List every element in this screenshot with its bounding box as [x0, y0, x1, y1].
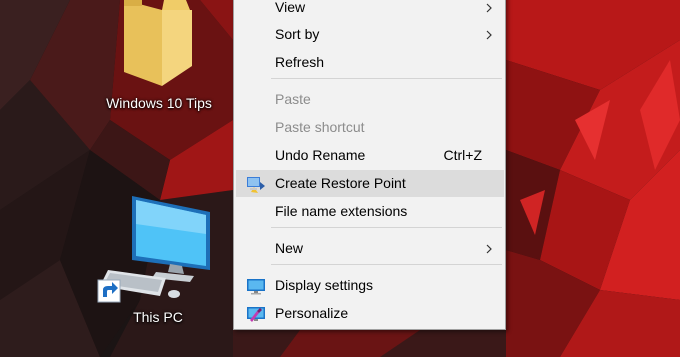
desktop[interactable]: Windows 10 Tips This PC View Sort by Ref…: [0, 0, 680, 357]
menu-item-sort-by[interactable]: Sort by: [236, 21, 504, 48]
menu-item-label: Refresh: [275, 54, 325, 70]
menu-item-label: View: [275, 0, 306, 15]
menu-item-undo-rename[interactable]: Undo Rename Ctrl+Z: [236, 142, 504, 169]
menu-item-label: File name extensions: [275, 203, 408, 219]
chevron-right-icon: [486, 30, 492, 40]
desktop-context-menu: View Sort by Refresh Paste Paste shortcu…: [233, 0, 506, 330]
folder-icon: [124, 0, 192, 86]
desktop-icon-label: Windows 10 Tips: [106, 95, 212, 111]
menu-separator: [271, 78, 502, 79]
menu-item-label: Undo Rename: [275, 147, 366, 163]
menu-item-new[interactable]: New: [236, 235, 504, 262]
computer-icon: [97, 196, 210, 303]
menu-item-paste-shortcut[interactable]: Paste shortcut: [236, 114, 504, 141]
menu-separator: [271, 227, 502, 228]
menu-item-display-settings[interactable]: Display settings: [236, 272, 504, 299]
chevron-right-icon: [486, 3, 492, 13]
menu-item-label: Display settings: [275, 277, 374, 293]
menu-item-refresh[interactable]: Refresh: [236, 49, 504, 76]
display-settings-icon: [247, 279, 265, 295]
menu-item-label: Sort by: [275, 26, 320, 42]
desktop-icon-label: This PC: [133, 309, 183, 325]
menu-item-label: New: [275, 240, 304, 256]
restore-point-icon: [247, 177, 265, 193]
menu-item-create-restore-point[interactable]: Create Restore Point: [236, 170, 504, 197]
menu-item-label: Paste shortcut: [275, 119, 365, 135]
menu-item-label: Paste: [275, 91, 311, 107]
menu-item-file-name-extensions[interactable]: File name extensions: [236, 198, 504, 225]
menu-separator: [271, 264, 502, 265]
menu-item-label: Create Restore Point: [275, 175, 406, 191]
chevron-right-icon: [486, 244, 492, 254]
menu-item-shortcut: Ctrl+Z: [443, 147, 483, 163]
menu-item-paste[interactable]: Paste: [236, 86, 504, 113]
menu-item-personalize[interactable]: Personalize: [236, 300, 504, 327]
menu-item-label: Personalize: [275, 305, 349, 321]
menu-item-view[interactable]: View: [236, 0, 504, 21]
personalize-icon: [247, 307, 265, 322]
